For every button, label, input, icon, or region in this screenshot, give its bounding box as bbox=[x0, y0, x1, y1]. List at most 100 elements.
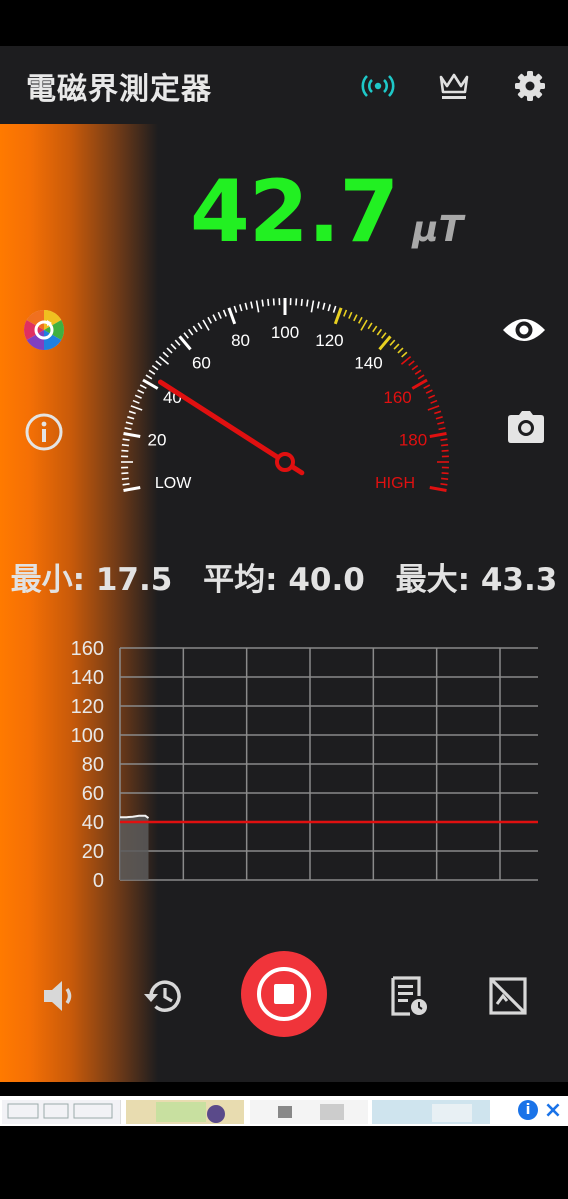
gauge-tick bbox=[397, 347, 404, 354]
stat-min: 最小: 17.5 bbox=[10, 562, 173, 598]
ad-thumbnail[interactable] bbox=[372, 1100, 490, 1124]
gauge-tick bbox=[130, 405, 143, 411]
gauge-tick bbox=[389, 339, 396, 346]
gauge-tick bbox=[423, 384, 431, 389]
gauge-tick bbox=[239, 304, 243, 312]
gauge-tick bbox=[207, 316, 212, 324]
gauge-tick bbox=[327, 304, 331, 312]
ad-close-icon[interactable]: × bbox=[542, 1098, 564, 1123]
gauge-tick bbox=[401, 351, 408, 358]
gauge-tick bbox=[430, 399, 438, 404]
gauge-tick bbox=[332, 305, 337, 313]
gauge-tick bbox=[414, 369, 422, 375]
gauge-tick bbox=[300, 298, 303, 306]
gauge-tick bbox=[378, 335, 392, 351]
y-tick-label: 0 bbox=[93, 870, 104, 892]
gear-icon[interactable] bbox=[510, 66, 550, 106]
side-glow bbox=[0, 124, 158, 1082]
series-area bbox=[120, 815, 149, 880]
gauge-label: 140 bbox=[354, 353, 382, 372]
gauge-label: 180 bbox=[399, 430, 427, 449]
gauge-tick bbox=[438, 427, 446, 431]
gauge-tick bbox=[427, 405, 440, 411]
speaker-icon[interactable] bbox=[36, 972, 84, 1020]
gauge-tick bbox=[139, 384, 147, 389]
gauge-label: 100 bbox=[271, 323, 299, 342]
gauge-tick bbox=[123, 486, 141, 492]
gauge-tick bbox=[197, 322, 203, 330]
y-tick-label: 140 bbox=[71, 667, 104, 689]
gauge-tick bbox=[162, 351, 169, 358]
color-wheel-icon[interactable] bbox=[22, 308, 66, 352]
gauge-tick bbox=[348, 311, 353, 319]
gauge-tick bbox=[333, 307, 343, 325]
gauge-tick bbox=[217, 311, 222, 319]
gauge-tick bbox=[222, 309, 227, 317]
gauge-tick bbox=[408, 360, 415, 366]
gauge-tick bbox=[170, 343, 177, 350]
gauge-tick bbox=[429, 432, 447, 438]
gauge-tick bbox=[310, 300, 315, 313]
stats-row: 最小: 17.5 平均: 40.0 最大: 43.3 bbox=[0, 554, 568, 599]
gauge-tick bbox=[441, 444, 449, 447]
history-icon[interactable] bbox=[138, 970, 190, 1022]
history-chart: 1601401201008060402000102030405060 bbox=[71, 638, 538, 892]
gauge-tick bbox=[360, 319, 368, 331]
gauge-tick bbox=[316, 301, 320, 309]
ad-info-icon[interactable]: i bbox=[518, 1100, 538, 1120]
ad-thumbnail[interactable] bbox=[126, 1100, 244, 1124]
y-tick-label: 60 bbox=[82, 783, 104, 805]
gauge-tick bbox=[127, 416, 135, 420]
gauge-tick bbox=[267, 298, 270, 306]
report-icon[interactable] bbox=[382, 970, 434, 1022]
camera-icon[interactable] bbox=[506, 408, 546, 446]
gauge-tick bbox=[429, 486, 447, 492]
gauge-tick bbox=[417, 374, 425, 380]
gauge-hub bbox=[275, 452, 295, 472]
y-tick-label: 20 bbox=[82, 841, 104, 863]
signal-broadcast-icon[interactable] bbox=[358, 66, 398, 106]
gauge-tick bbox=[123, 432, 141, 438]
gauge-tick bbox=[233, 305, 238, 313]
gauge-tick bbox=[261, 299, 264, 307]
y-tick-label: 120 bbox=[71, 696, 104, 718]
gauge-tick bbox=[122, 483, 130, 486]
gauge-tick bbox=[202, 319, 210, 331]
gauge-label: 20 bbox=[148, 430, 167, 449]
gauge-tick bbox=[134, 394, 142, 399]
gauge-tick bbox=[128, 410, 136, 415]
gauge-tick bbox=[192, 325, 198, 333]
ad-banner[interactable]: i × bbox=[0, 1096, 568, 1126]
record-stop-button[interactable] bbox=[241, 951, 327, 1037]
gauge-tick bbox=[411, 364, 419, 371]
ad-thumbnail[interactable] bbox=[250, 1100, 368, 1124]
reading-unit: μT bbox=[412, 209, 464, 250]
stat-max: 最大: 43.3 bbox=[395, 562, 558, 598]
gauge-tick bbox=[183, 332, 189, 339]
gauge-tick bbox=[376, 328, 383, 336]
gauge-label: 80 bbox=[231, 331, 250, 350]
gauge-tick bbox=[400, 355, 412, 365]
eye-icon[interactable] bbox=[500, 310, 548, 350]
gauge-tick bbox=[440, 483, 448, 486]
gauge-tick bbox=[132, 399, 140, 404]
gauge-label: 120 bbox=[315, 331, 343, 350]
gauge-tick bbox=[435, 416, 443, 420]
y-tick-label: 160 bbox=[71, 638, 104, 660]
gauge-tick bbox=[155, 360, 162, 366]
gauge-tick bbox=[306, 299, 309, 307]
ad-thumbnail[interactable] bbox=[2, 1100, 121, 1124]
crown-icon[interactable] bbox=[434, 66, 474, 106]
gauge-tick bbox=[178, 335, 192, 351]
gauge-tick bbox=[425, 389, 433, 394]
y-tick-label: 100 bbox=[71, 725, 104, 747]
no-overlay-icon[interactable] bbox=[482, 970, 534, 1022]
current-reading: 42.7 μT bbox=[190, 162, 463, 262]
gauge-tick bbox=[158, 355, 170, 365]
stat-average: 平均: 40.0 bbox=[203, 562, 365, 598]
app-title: 電磁界測定器 bbox=[26, 72, 212, 107]
info-icon[interactable] bbox=[22, 410, 66, 454]
app-screen: 電磁界測定器 42.7 μT 20 40 60 80 100 120 140 1… bbox=[0, 46, 568, 1082]
gauge-tick bbox=[174, 339, 181, 346]
gauge-tick bbox=[137, 389, 145, 394]
